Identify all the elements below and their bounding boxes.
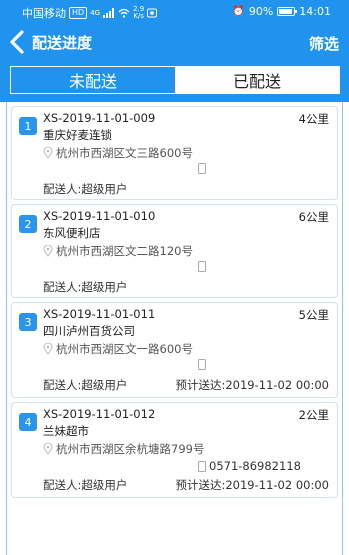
order-distance: 5公里 [298,308,329,322]
delivery-tabs: 未配送 已配送 [10,66,340,94]
hd-badge: HD [69,7,88,19]
alarm-icon: ⏰ [232,6,245,17]
order-index-badge: 2 [19,215,37,233]
order-address: 杭州市西湖区文一路600号 [43,341,193,357]
order-phone[interactable]: 0571-86982118 [198,459,301,473]
order-index-badge: 1 [19,117,37,135]
order-card[interactable]: 1 XS-2019-11-01-009 4公里 重庆好麦连锁 杭州市西湖区文三路… [11,106,338,200]
battery-percent: 90% [248,5,274,18]
order-number: XS-2019-11-01-012 [43,407,156,421]
courier-label: 配送人:超级用户 [43,182,128,196]
wifi-icon [118,8,130,18]
location-pin-icon [43,443,53,455]
signal-icon [103,8,115,18]
order-card[interactable]: 2 XS-2019-11-01-010 6公里 东风便利店 杭州市西湖区文二路1… [11,204,338,298]
courier-label: 配送人:超级用户 [43,478,128,492]
phone-icon [198,359,206,370]
eta-label: 预计送达:2019-11-02 00:00 [175,478,329,492]
location-pin-icon [43,245,53,257]
courier-label: 配送人:超级用户 [43,280,128,294]
order-card[interactable]: 3 XS-2019-11-01-011 5公里 四川泸州百货公司 杭州市西湖区文… [11,302,338,398]
order-list: 1 XS-2019-11-01-009 4公里 重庆好麦连锁 杭州市西湖区文三路… [6,102,343,555]
order-card[interactable]: 4 XS-2019-11-01-012 2公里 兰妹超市 杭州市西湖区余杭塘路7… [11,402,338,498]
location-pin-icon [43,147,53,159]
net-speed-unit: K/s [133,12,144,20]
tab-undelivered[interactable]: 未配送 [11,67,175,93]
app-header: 中国移动 HD 4G 2.9 K/s ⏰ 90% 14:01 配送进度 筛选 未… [0,0,349,102]
order-phone[interactable] [198,261,209,272]
order-phone[interactable] [198,163,209,174]
address-text: 杭州市西湖区文二路120号 [56,244,193,258]
order-phone[interactable] [198,359,209,370]
order-address: 杭州市西湖区文二路120号 [43,243,193,259]
courier-label: 配送人:超级用户 [43,378,128,392]
tab-delivered[interactable]: 已配送 [175,67,339,93]
customer-name: 兰妹超市 [43,424,89,438]
order-distance: 4公里 [298,112,329,126]
phone-icon [198,163,206,174]
back-arrow-icon [10,30,24,54]
network-label: 4G [90,9,101,17]
order-number: XS-2019-11-01-011 [43,307,156,321]
address-text: 杭州市西湖区文三路600号 [56,146,193,160]
net-speed: 2.9 K/s [133,6,144,20]
order-distance: 6公里 [298,210,329,224]
notification-icon [147,8,158,18]
order-address: 杭州市西湖区余杭塘路799号 [43,441,204,457]
order-address: 杭州市西湖区文三路600号 [43,145,193,161]
eta-label: 预计送达:2019-11-02 00:00 [175,378,329,392]
carrier-label: 中国移动 [22,7,66,20]
order-index-badge: 3 [19,313,37,331]
customer-name: 重庆好麦连锁 [43,128,112,142]
order-number: XS-2019-11-01-010 [43,209,156,223]
status-left: 中国移动 HD 4G 2.9 K/s [22,5,158,21]
phone-icon [198,460,206,472]
location-pin-icon [43,343,53,355]
phone-icon [198,261,206,272]
phone-number: 0571-86982118 [209,459,301,473]
customer-name: 东风便利店 [43,226,101,240]
status-bar: 中国移动 HD 4G 2.9 K/s ⏰ 90% 14:01 [0,0,349,24]
filter-button[interactable]: 筛选 [309,33,339,54]
address-text: 杭州市西湖区文一路600号 [56,342,193,356]
page-title: 配送进度 [32,33,93,52]
customer-name: 四川泸州百货公司 [43,324,135,338]
order-number: XS-2019-11-01-009 [43,111,156,125]
order-index-badge: 4 [19,413,37,431]
clock-time: 14:01 [299,5,331,18]
back-button[interactable]: 配送进度 [8,26,92,58]
navbar: 配送进度 筛选 [0,26,349,58]
order-distance: 2公里 [298,408,329,422]
battery-icon [277,7,298,16]
address-text: 杭州市西湖区余杭塘路799号 [56,442,205,456]
status-right: ⏰ 90% 14:01 [232,5,331,18]
